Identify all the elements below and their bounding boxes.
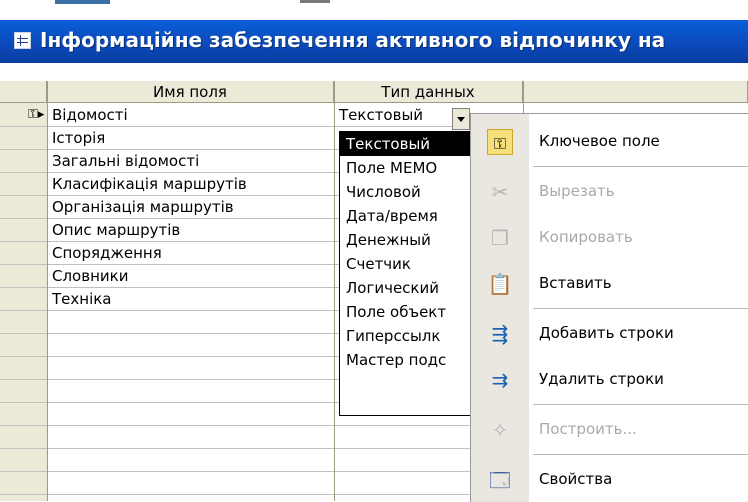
menu-item-primary-key[interactable]: ⚿ Ключевое поле	[471, 118, 748, 164]
table-icon	[14, 32, 31, 49]
dropdown-option[interactable]: Дата/время	[340, 204, 472, 228]
field-name-cell[interactable]: Спорядження	[52, 243, 162, 263]
dropdown-option[interactable]: Числовой	[340, 180, 472, 204]
dropdown-option[interactable]: Логический	[340, 276, 472, 300]
properties-icon: 🗔	[489, 468, 511, 492]
menu-item-insert-rows[interactable]: ⇶ Добавить строки	[471, 310, 748, 356]
field-name-cell[interactable]: Загальні відомості	[52, 151, 199, 171]
menu-item-build[interactable]: ✧ Построить...	[471, 406, 748, 452]
dropdown-option[interactable]: Поле объект	[340, 300, 472, 324]
field-name-cell[interactable]: Відомості	[52, 105, 128, 125]
dropdown-option[interactable]: Денежный	[340, 228, 472, 252]
field-name-cell[interactable]: Техніка	[52, 289, 112, 309]
key-icon: ⚿	[487, 129, 513, 155]
menu-item-properties[interactable]: 🗔 Свойства	[471, 456, 748, 502]
menu-item-cut[interactable]: ✂ Вырезать	[471, 168, 748, 214]
paste-icon: 📋	[487, 272, 513, 296]
dropdown-option[interactable]: Текстовый	[340, 132, 472, 156]
row-selector-header	[0, 81, 47, 103]
insert-rows-icon: ⇶	[491, 322, 509, 346]
menu-item-paste[interactable]: 📋 Вставить	[471, 260, 748, 306]
dropdown-option[interactable]: Поле МЕМО	[340, 156, 472, 180]
column-header-data-type[interactable]: Тип данных	[334, 81, 523, 103]
partial-window-strip	[0, 0, 748, 20]
field-name-cell[interactable]: Словники	[52, 266, 128, 286]
menu-item-copy[interactable]: ❐ Копировать	[471, 214, 748, 260]
field-name-cell[interactable]: Історія	[52, 128, 105, 148]
dropdown-option[interactable]: Счетчик	[340, 252, 472, 276]
column-header-description[interactable]	[523, 81, 748, 103]
copy-icon: ❐	[491, 226, 509, 250]
window-title: Інформаційне забезпечення активного відп…	[40, 28, 666, 52]
window-title-bar[interactable]: Інформаційне забезпечення активного відп…	[0, 20, 748, 63]
column-header-field-name[interactable]: Имя поля	[47, 81, 334, 103]
field-name-cell[interactable]: Опис маршрутів	[52, 220, 180, 240]
dropdown-option[interactable]: Мастер подс	[340, 348, 472, 372]
primary-key-indicator-icon: ⚿▸	[28, 107, 45, 122]
data-type-dropdown-list[interactable]: Текстовый Поле МЕМО Числовой Дата/время …	[339, 131, 473, 416]
menu-item-delete-rows[interactable]: ⇉ Удалить строки	[471, 356, 748, 402]
delete-rows-icon: ⇉	[491, 368, 509, 392]
context-menu[interactable]: ⚿ Ключевое поле ✂ Вырезать ❐ Копировать …	[470, 113, 748, 502]
data-type-dropdown-button[interactable]	[452, 108, 470, 130]
dropdown-option[interactable]: Гиперссылк	[340, 324, 472, 348]
build-icon: ✧	[491, 418, 509, 442]
field-name-cell[interactable]: Класифікація маршрутів	[52, 174, 247, 194]
field-name-cell[interactable]: Організація маршрутів	[52, 197, 234, 217]
scissors-icon: ✂	[491, 180, 509, 204]
data-type-cell[interactable]: Текстовый	[339, 105, 423, 125]
